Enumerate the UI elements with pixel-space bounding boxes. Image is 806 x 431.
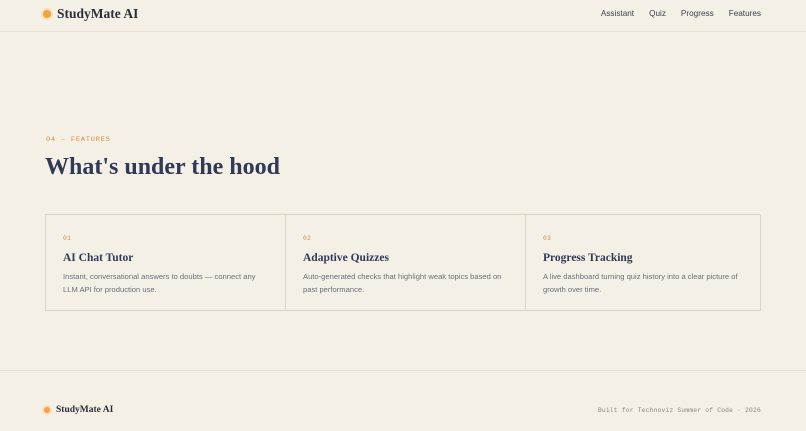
section-eyebrow: 04 — FEATURES <box>46 136 111 144</box>
footer-brand[interactable]: StudyMate AI <box>44 405 113 415</box>
feature-description: Auto-generated checks that highlight wea… <box>303 272 502 294</box>
nav-link-quiz[interactable]: Quiz <box>649 9 666 19</box>
nav-link-assistant[interactable]: Assistant <box>601 9 634 19</box>
feature-title: AI Chat Tutor <box>63 252 134 264</box>
footer: StudyMate AI Built for Technoviz Summer … <box>0 370 806 431</box>
feature-number: 03 <box>543 235 552 242</box>
brand-logo[interactable]: StudyMate AI <box>43 7 138 21</box>
feature-number: 01 <box>63 235 72 242</box>
brand-name: StudyMate AI <box>57 6 139 21</box>
sun-dot-icon <box>44 407 50 413</box>
feature-title: Adaptive Quizzes <box>303 252 389 264</box>
page: StudyMate AI Assistant Quiz Progress Fea… <box>0 0 806 431</box>
nav-link-features[interactable]: Features <box>729 9 761 19</box>
feature-description: Instant, conversational answers to doubt… <box>63 272 256 294</box>
feature-description: A live dashboard turning quiz history in… <box>543 272 738 294</box>
main-nav: Assistant Quiz Progress Features <box>601 9 761 19</box>
footer-brand-name: StudyMate AI <box>56 405 114 415</box>
feature-title: Progress Tracking <box>543 252 633 264</box>
footer-credit: Built for Technoviz Summer of Code · 202… <box>597 407 761 414</box>
sun-dot-icon <box>43 10 51 18</box>
feature-card-adaptive-quizzes: 02 Adaptive Quizzes Auto-generated check… <box>285 215 525 310</box>
feature-card-chat-tutor: 01 AI Chat Tutor Instant, conversational… <box>46 215 285 310</box>
feature-number: 02 <box>303 235 312 242</box>
section-title: What's under the hood <box>45 154 280 180</box>
feature-card-progress-tracking: 03 Progress Tracking A live dashboard tu… <box>525 215 765 310</box>
top-nav-bar: StudyMate AI Assistant Quiz Progress Fea… <box>0 0 806 32</box>
nav-link-progress[interactable]: Progress <box>681 9 714 19</box>
features-grid: 01 AI Chat Tutor Instant, conversational… <box>45 214 761 311</box>
